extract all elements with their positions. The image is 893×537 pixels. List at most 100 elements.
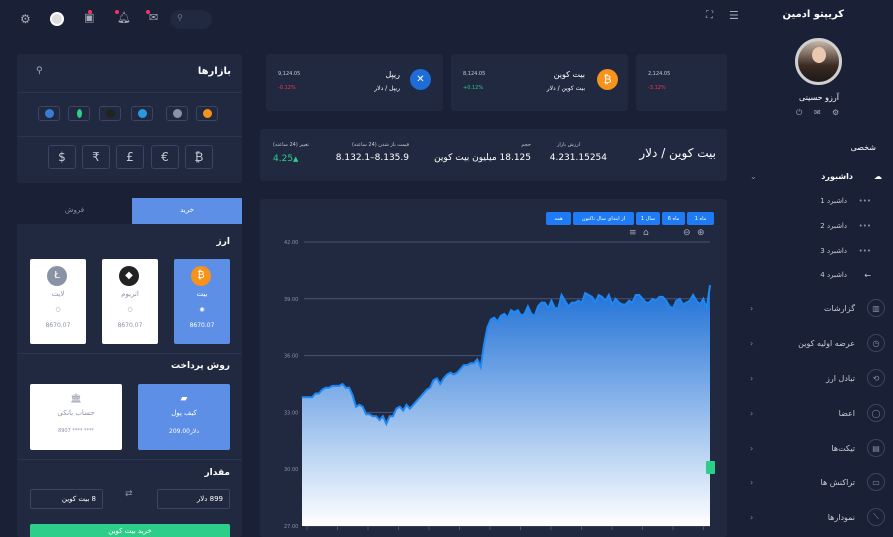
data-point [459, 368, 462, 370]
sidebar-sub-item[interactable]: داشبرد 1 ••• [745, 197, 893, 211]
search-icon[interactable]: ⚲ [36, 66, 43, 76]
coin-button[interactable] [38, 106, 60, 121]
sidebar-sub-label: داشبرد 4 [820, 271, 847, 279]
sidebar-item-members[interactable]: ‹ اعضا ◯ [750, 403, 890, 423]
avatar-small[interactable] [50, 12, 64, 26]
currency-button[interactable]: € [151, 145, 179, 169]
coin-icon [202, 109, 212, 118]
bitcoin-icon: ₿ [191, 266, 211, 286]
chevron-left-icon: ‹ [750, 477, 754, 487]
coin-button[interactable] [131, 106, 153, 121]
sidebar-item-label: تبادل ارز [826, 373, 855, 383]
mail-icon[interactable]: ✉ [814, 108, 821, 117]
chevron-left-icon: ‹ [750, 338, 754, 348]
sidebar-item-reports[interactable]: ‹ گزارشات ▥ [750, 298, 890, 318]
volume-label: حجم [521, 142, 531, 148]
data-point [648, 302, 650, 304]
data-point [412, 404, 414, 406]
data-point [567, 305, 569, 307]
sidebar-item-charts[interactable]: ‹ نمودارها ⟋ [750, 507, 890, 527]
amount-btc-input[interactable]: 8 بیت کوین [30, 489, 103, 509]
coin-button[interactable] [196, 106, 218, 121]
coin-icon [137, 109, 147, 118]
data-point [699, 303, 701, 306]
currency-label: € [161, 150, 169, 164]
notification-dot [88, 10, 92, 14]
ticker-card[interactable]: 2,124.05 -3.12% [636, 54, 727, 111]
buy-button[interactable]: خرید بیت کوین [30, 524, 230, 537]
chart-icon: ▥ [867, 299, 885, 317]
sidebar-item-label: تیکت‌ها [831, 443, 855, 453]
chart-scroll-handle[interactable] [706, 461, 715, 474]
payment-option-wallet[interactable]: ▰ کیف پول 209.00دلار [138, 384, 230, 450]
search-input[interactable]: ⚲ [170, 10, 212, 29]
data-point [577, 300, 580, 302]
coin-icon [105, 109, 115, 118]
bell-icon[interactable]: 🔔︎ [117, 11, 131, 24]
sidebar-item-ico[interactable]: ‹ عرضه اولیه کوین ◷ [750, 333, 890, 353]
payment-option-bank[interactable]: 🏛︎ حساب بانکی 8907 **** **** [30, 384, 122, 450]
data-point [594, 302, 596, 304]
tab-label: فروش [64, 206, 85, 214]
sidebar-item-tickets[interactable]: ‹ تیکت‌ها ▤ [750, 438, 890, 458]
ticker-change: +0.12% [463, 85, 484, 91]
data-point [429, 387, 431, 389]
data-point [409, 408, 411, 410]
data-point [537, 305, 539, 307]
gear-icon[interactable]: ⚙ [20, 12, 31, 26]
search-icon: ⚲ [177, 13, 183, 22]
data-point [395, 408, 397, 410]
coin-option-selected[interactable]: ₿ بیت ◉ 8670.07 [174, 259, 230, 344]
sidebar-sub-item[interactable]: داشبرد 2 ••• [745, 222, 893, 236]
payment-section-title: روش پرداخت [170, 361, 230, 371]
tab-sell[interactable]: فروش [17, 198, 132, 224]
data-point [439, 383, 441, 385]
menu-icon[interactable]: ☰ [729, 9, 739, 22]
coin-option[interactable]: ◆ اتریوم ○ 8670.07 [102, 259, 158, 344]
swap-icon[interactable]: ⇄ [125, 489, 133, 499]
data-point [591, 296, 593, 298]
data-point [574, 302, 576, 304]
data-point [668, 305, 671, 307]
sidebar-item-transactions[interactable]: ‹ تراکنش ها ▭ [750, 472, 890, 492]
sidebar-sub-item[interactable]: داشبرد 3 ••• [745, 247, 893, 261]
currency-button[interactable]: ₿ [185, 145, 213, 169]
arrow-up-icon: ▲ [293, 155, 299, 163]
divider [17, 136, 242, 137]
sidebar-item-dashboard[interactable]: ⌄ داشبورد ☁ [750, 166, 890, 186]
gear-icon[interactable]: ⚙ [832, 108, 839, 117]
data-point [709, 284, 711, 287]
sidebar-sub-item[interactable]: داشبرد 4 ← [745, 271, 893, 285]
ticker-name: ریپل [385, 70, 400, 79]
coin-option[interactable]: Ł لایت ○ 8670.07 [30, 259, 86, 344]
currency-button[interactable]: $ [48, 145, 76, 169]
data-point [520, 315, 522, 317]
sidebar-sub-label: داشبرد 2 [820, 222, 847, 230]
area-chart[interactable]: 42.00 39.00 36.00 33.00 30.00 27.00 [260, 199, 727, 537]
data-point [588, 294, 590, 296]
mail-icon[interactable]: ✉ [149, 11, 158, 24]
data-point [405, 404, 408, 406]
coin-button[interactable] [166, 106, 188, 121]
chevron-left-icon: ‹ [750, 373, 754, 383]
data-point [365, 413, 367, 415]
amount-usd-input[interactable]: 899 دلار [157, 489, 230, 509]
tab-buy[interactable]: خرید [132, 198, 242, 224]
ticker-card[interactable]: 9,124.05 -0.12% ریپل ریپل / دلار ✕ [266, 54, 443, 111]
currency-button[interactable]: £ [116, 145, 144, 169]
data-point [685, 302, 687, 304]
chevron-left-icon: ‹ [750, 443, 754, 453]
fullscreen-icon[interactable]: ⛶ [706, 10, 713, 21]
ticket-icon: ▤ [867, 439, 885, 457]
ticker-card[interactable]: 8,124.05 +0.12% بیت کوین بیت کوین / دلار… [451, 54, 628, 111]
ticker-change: -3.12% [648, 85, 666, 91]
power-icon[interactable]: ⏻ [796, 108, 802, 118]
currency-button[interactable]: ₹ [82, 145, 110, 169]
data-point [604, 300, 607, 302]
data-point [615, 298, 617, 300]
coin-button[interactable] [68, 106, 90, 121]
sidebar-item-exchange[interactable]: ‹ تبادل ارز ⟲ [750, 368, 890, 388]
exchange-icon: ⟲ [867, 369, 885, 387]
data-point [399, 406, 401, 408]
coin-button[interactable] [99, 106, 121, 121]
